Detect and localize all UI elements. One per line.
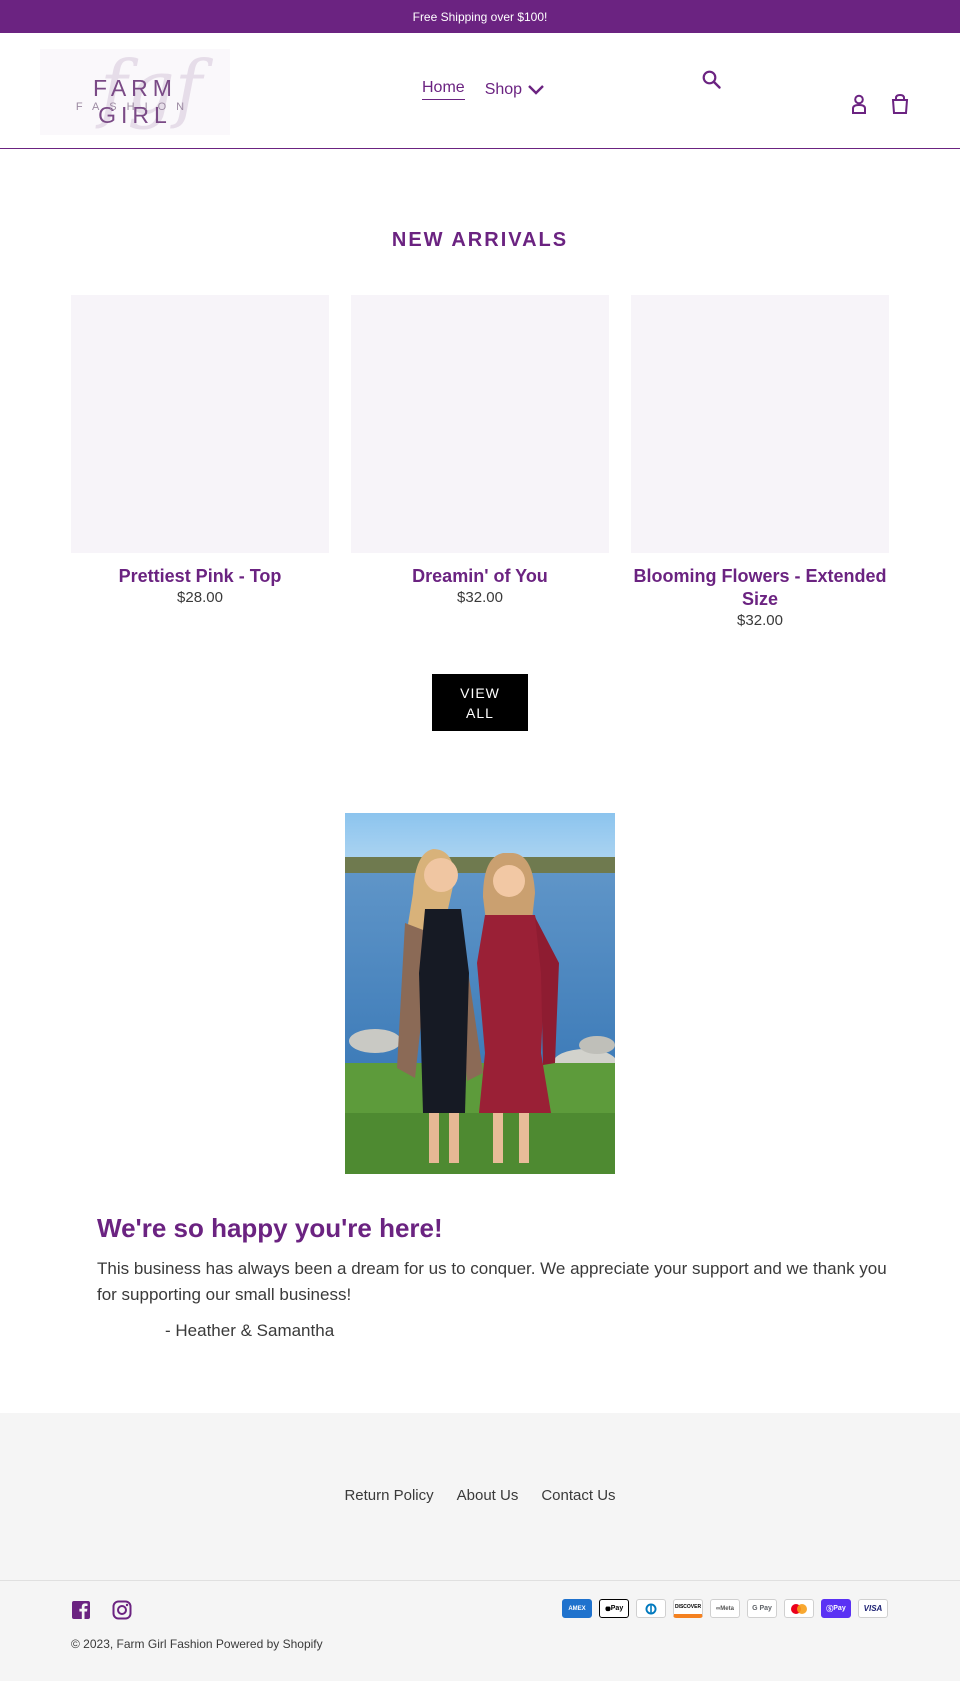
diners-club-logo-icon [645,1603,657,1614]
welcome-text: This business has always been a dream fo… [97,1259,887,1304]
search-icon [702,70,721,89]
main-nav: Home Shop [422,79,544,100]
footer-divider [0,1580,960,1581]
section-title: NEW ARRIVALS [391,229,569,251]
product-price: $32.00 [737,612,783,629]
instagram-icon [112,1600,132,1620]
nav-shop-label: Shop [484,80,523,98]
facebook-link[interactable] [71,1600,91,1620]
shop-pay-s-icon: Ⓢ [826,1605,834,1613]
visa-icon: VISA [858,1599,888,1618]
product-price: $32.00 [457,589,503,606]
announcement-text: Free Shipping over $100! [412,9,548,24]
welcome-signature: - Heather & Samantha [165,1321,335,1340]
nav-shop-link[interactable]: Shop [485,81,544,99]
instagram-link[interactable] [112,1600,132,1620]
product-name[interactable]: Dreamin' of You [351,565,609,588]
owners-photo [345,813,615,1174]
product-image[interactable] [631,295,889,553]
product-card[interactable]: Dreamin' of You $32.00 [351,295,609,606]
mastercard-logo-icon [791,1603,807,1614]
discover-icon: DISCOVER [673,1599,703,1618]
logo[interactable]: fgf FARM GIRL FASHION [40,49,230,135]
cart-icon [891,93,909,114]
payment-icons: AMEX Pay DISCOVER ∞ Meta G Pay Ⓢ Pay VISA [562,1599,888,1618]
product-card[interactable]: Blooming Flowers - Extended Size $32.00 [631,295,889,629]
logo-sub-text: FASHION [75,101,195,113]
apple-pay-label: Pay [610,1605,624,1612]
meta-pay-label: Meta [720,1605,734,1612]
footer-link-contact-us[interactable]: Contact Us [541,1487,615,1504]
mastercard-icon [784,1599,814,1618]
product-name[interactable]: Blooming Flowers - Extended Size [631,565,889,611]
owners-photo-illustration [345,813,615,1174]
cart-button[interactable] [889,93,911,115]
facebook-icon [72,1601,90,1619]
meta-pay-icon: ∞ Meta [710,1599,740,1618]
account-button[interactable] [848,93,870,115]
footer-link-about-us[interactable]: About Us [457,1487,519,1504]
site-header: fgf FARM GIRL FASHION Home Shop [0,33,960,149]
product-image[interactable] [71,295,329,553]
product-price: $28.00 [177,589,223,606]
shop-pay-icon: Ⓢ Pay [821,1599,851,1618]
product-image[interactable] [351,295,609,553]
diners-club-icon [636,1599,666,1618]
welcome-heading: We're so happy you're here! [97,1213,443,1243]
search-button[interactable] [701,69,723,91]
site-footer: Return Policy About Us Contact Us AMEX P… [0,1413,960,1681]
chevron-down-icon [528,84,544,95]
footer-links: Return Policy About Us Contact Us [0,1487,960,1504]
view-all-label: VIEW ALL [460,684,500,721]
view-all-button[interactable]: VIEW ALL [432,674,528,731]
google-pay-icon: G Pay [747,1599,777,1618]
product-name[interactable]: Prettiest Pink - Top [71,565,329,588]
copyright-text: © 2023, Farm Girl Fashion Powered by Sho… [71,1637,323,1651]
shop-pay-label: Pay [833,1605,846,1612]
announcement-bar: Free Shipping over $100! [0,0,960,33]
amex-icon: AMEX [562,1599,592,1618]
apple-pay-icon: Pay [599,1599,629,1618]
product-card[interactable]: Prettiest Pink - Top $28.00 [71,295,329,606]
footer-link-return-policy[interactable]: Return Policy [344,1487,433,1504]
account-icon [852,94,866,114]
nav-home-link[interactable]: Home [422,79,465,100]
